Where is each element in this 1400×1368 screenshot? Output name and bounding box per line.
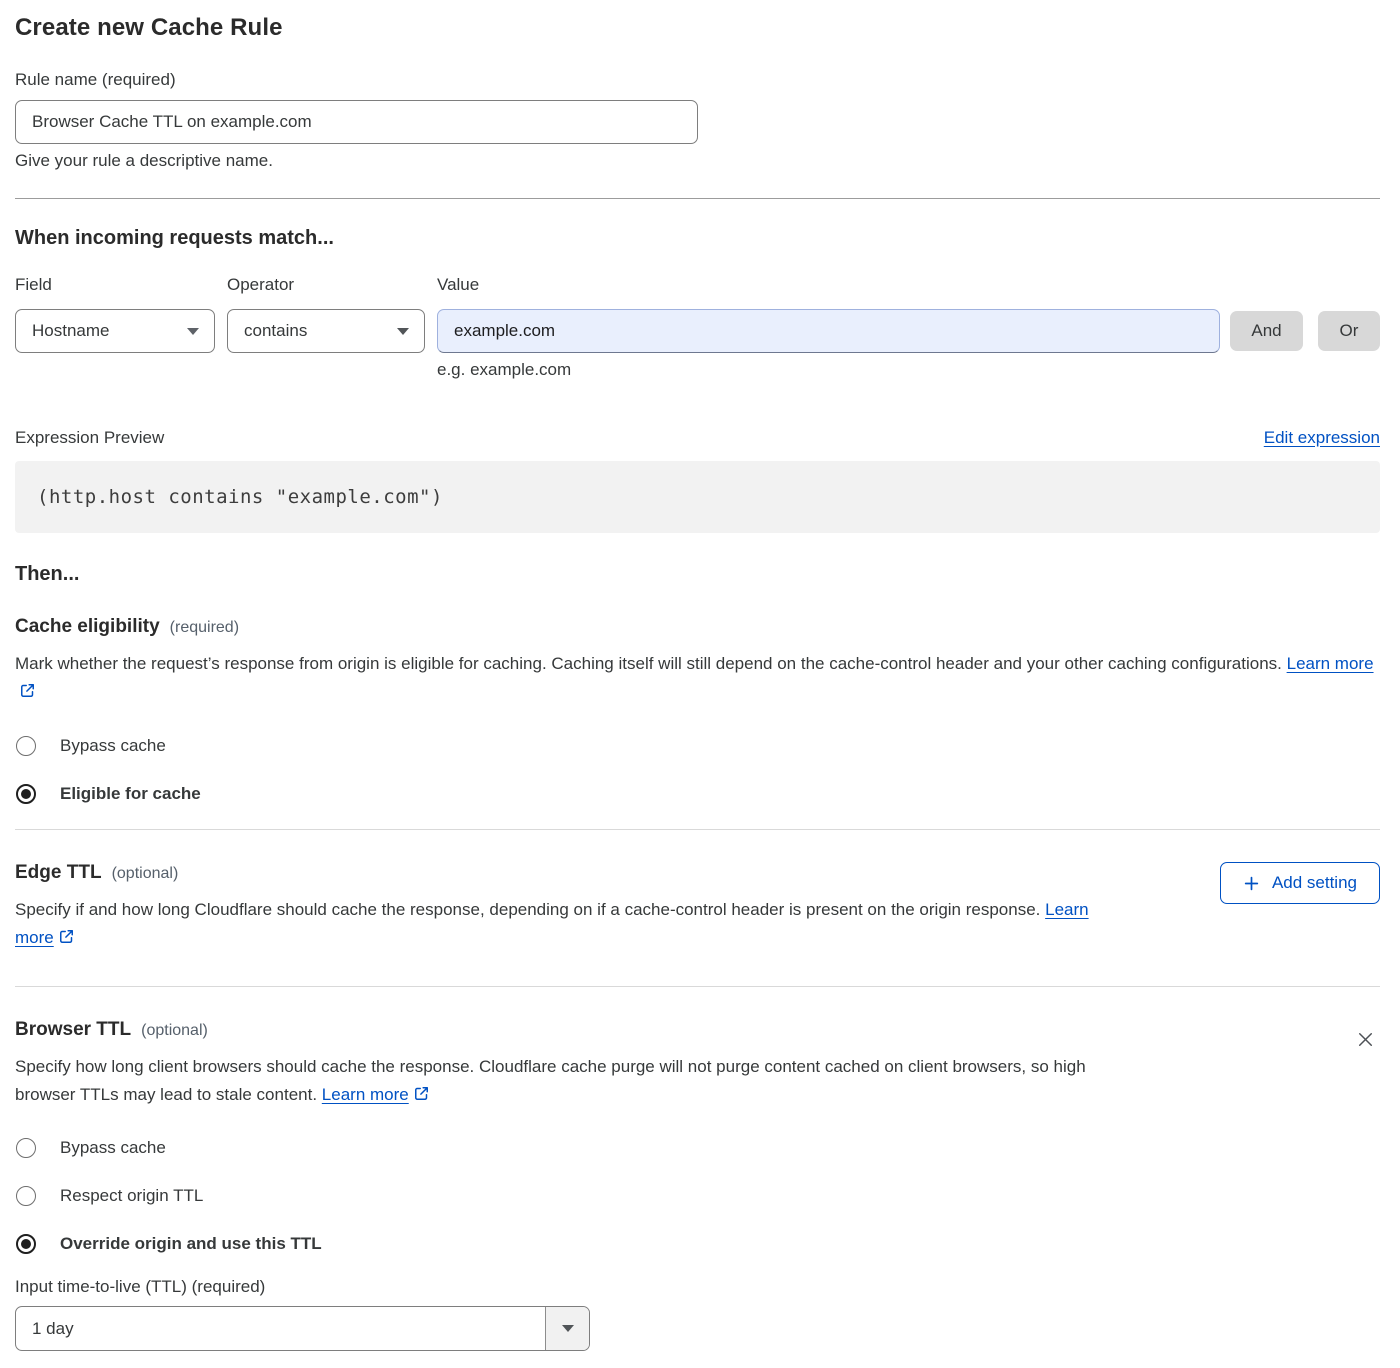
radio-circle-selected[interactable] — [16, 784, 36, 804]
field-column-label: Field — [15, 275, 227, 295]
edge-ttl-heading: Edge TTL — [15, 862, 102, 884]
edge-ttl-description: Specify if and how long Cloudflare shoul… — [15, 896, 1115, 954]
external-link-icon — [58, 926, 75, 954]
radio-circle[interactable] — [16, 1186, 36, 1206]
cache-eligibility-learn-more-link[interactable]: Learn more — [1287, 654, 1374, 673]
divider — [15, 986, 1380, 987]
match-heading: When incoming requests match... — [15, 227, 1380, 250]
and-button[interactable]: And — [1230, 311, 1303, 351]
ttl-select[interactable]: 1 day — [15, 1306, 590, 1351]
cache-eligibility-heading: Cache eligibility — [15, 616, 160, 638]
radio-circle-selected[interactable] — [16, 1234, 36, 1254]
expression-code: (http.host contains "example.com") — [15, 461, 1380, 533]
ttl-select-value: 1 day — [16, 1307, 545, 1350]
chevron-down-icon — [562, 1325, 574, 1332]
edit-expression-link[interactable]: Edit expression — [1264, 428, 1380, 448]
divider — [15, 829, 1380, 830]
field-select-value: Hostname — [32, 321, 109, 341]
ttl-input-label: Input time-to-live (TTL) (required) — [15, 1277, 1380, 1297]
radio-override-origin-ttl[interactable]: Override origin and use this TTL — [16, 1234, 1380, 1254]
value-column-label: Value — [437, 275, 479, 295]
radio-eligible-for-cache[interactable]: Eligible for cache — [16, 784, 1380, 804]
cache-eligibility-description: Mark whether the request’s response from… — [15, 650, 1380, 708]
operator-column-label: Operator — [227, 275, 437, 295]
radio-respect-origin-ttl[interactable]: Respect origin TTL — [16, 1186, 1380, 1206]
or-button[interactable]: Or — [1318, 311, 1380, 351]
cache-eligibility-qualifier: (required) — [170, 619, 239, 637]
page-title: Create new Cache Rule — [15, 14, 1380, 42]
remove-browser-ttl-button[interactable] — [1351, 1025, 1380, 1054]
browser-ttl-heading: Browser TTL — [15, 1019, 131, 1041]
edge-ttl-qualifier: (optional) — [112, 865, 179, 883]
plus-icon — [1243, 875, 1260, 892]
operator-select[interactable]: contains — [227, 309, 425, 353]
operator-select-value: contains — [244, 321, 307, 341]
value-input[interactable] — [437, 309, 1220, 353]
chevron-down-icon — [397, 328, 409, 335]
external-link-icon — [413, 1083, 430, 1111]
add-setting-button[interactable]: Add setting — [1220, 862, 1380, 904]
chevron-down-icon — [187, 328, 199, 335]
browser-ttl-description: Specify how long client browsers should … — [15, 1053, 1115, 1111]
value-help: e.g. example.com — [437, 360, 1380, 380]
radio-circle[interactable] — [16, 1138, 36, 1158]
field-select[interactable]: Hostname — [15, 309, 215, 353]
close-icon — [1355, 1029, 1376, 1050]
then-heading: Then... — [15, 563, 1380, 586]
rule-name-help: Give your rule a descriptive name. — [15, 151, 1380, 171]
browser-ttl-learn-more-link[interactable]: Learn more — [322, 1085, 409, 1104]
rule-name-label: Rule name (required) — [15, 70, 1380, 90]
external-link-icon — [19, 680, 36, 708]
ttl-select-arrow[interactable] — [545, 1307, 589, 1350]
radio-circle[interactable] — [16, 736, 36, 756]
radio-bt-bypass-cache[interactable]: Bypass cache — [16, 1138, 1380, 1158]
radio-bypass-cache[interactable]: Bypass cache — [16, 736, 1380, 756]
rule-name-input[interactable] — [15, 100, 698, 144]
divider — [15, 198, 1380, 199]
expression-preview-label: Expression Preview — [15, 428, 164, 448]
browser-ttl-qualifier: (optional) — [141, 1022, 208, 1040]
create-cache-rule-form: Create new Cache Rule Rule name (require… — [0, 14, 1400, 1351]
